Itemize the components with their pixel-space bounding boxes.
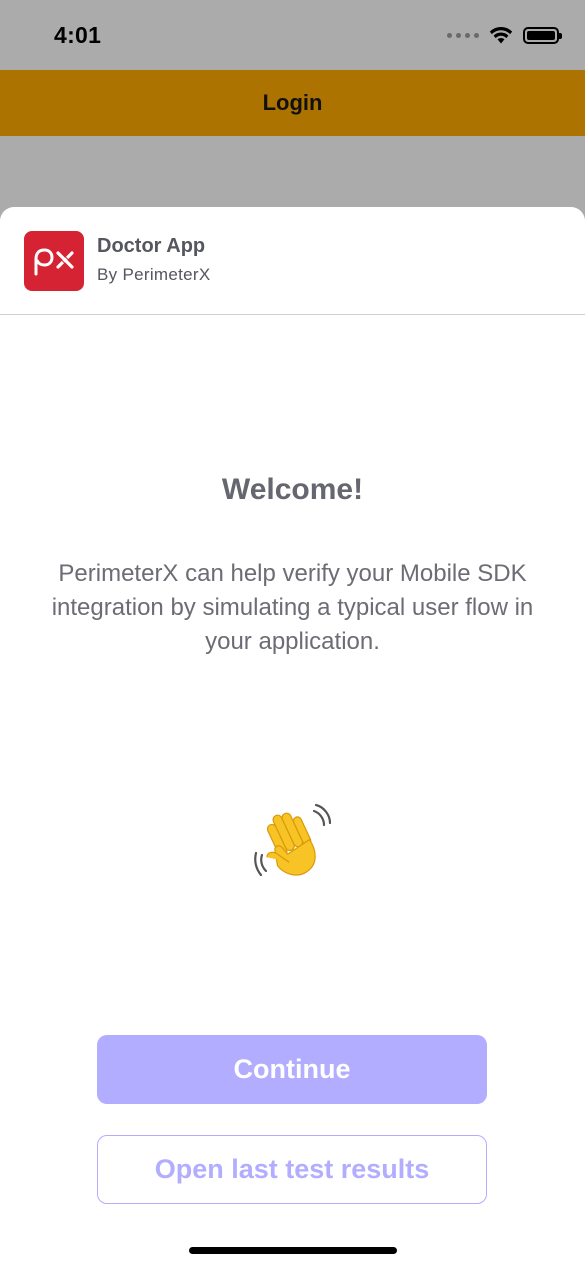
nav-title: Login [262,90,323,115]
welcome-heading: Welcome! [221,473,364,506]
welcome-description: PerimeterX can help verify your Mobile S… [51,560,534,655]
battery-icon [523,26,562,44]
signal-dots-icon [447,32,479,38]
waving-hand-icon [254,803,332,877]
perimeterx-logo-icon [24,231,84,291]
status-icons [447,26,562,44]
wifi-icon [489,26,513,44]
continue-button[interactable]: Continue [97,1035,487,1104]
status-bar: 4:01 [0,0,585,70]
open-last-test-results-button[interactable]: Open last test results [97,1135,487,1204]
status-time: 4:01 [54,22,102,48]
app-name: Doctor App [97,235,206,257]
bottom-sheet: Doctor App By PerimeterX Welcome! Perime… [0,207,585,1266]
sheet-header: Doctor App By PerimeterX [0,207,585,315]
app-publisher: By PerimeterX [97,265,211,284]
home-indicator[interactable] [189,1247,397,1254]
screen: 4:01 Login Doctor App By PerimeterX Welc… [0,0,585,1266]
nav-bar: Login [0,70,585,136]
